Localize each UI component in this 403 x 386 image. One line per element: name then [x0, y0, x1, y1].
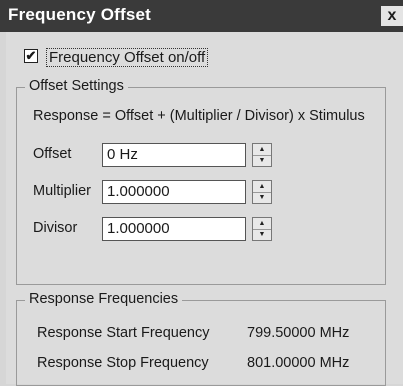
frequency-offset-checkbox-label[interactable]: Frequency Offset on/off [46, 48, 209, 67]
offset-spinner[interactable]: ▲ ▼ [252, 143, 272, 167]
spin-down-icon[interactable]: ▼ [253, 192, 271, 203]
multiplier-input[interactable]: 1.000000 [102, 180, 246, 204]
spin-down-icon[interactable]: ▼ [253, 155, 271, 166]
window-title: Frequency Offset [8, 5, 152, 24]
response-frequencies-title: Response Frequencies [25, 291, 183, 307]
response-frequencies-group: Response Frequencies Response Start Freq… [16, 291, 386, 386]
response-start-label: Response Start Frequency [37, 325, 210, 341]
response-formula: Response = Offset + (Multiplier / Diviso… [33, 108, 365, 124]
offset-settings-title: Offset Settings [25, 78, 128, 94]
multiplier-label: Multiplier [33, 183, 92, 199]
response-stop-value: 801.00000 MHz [247, 355, 350, 371]
offset-settings-group: Offset Settings Response = Offset + (Mul… [16, 78, 386, 285]
multiplier-spinner[interactable]: ▲ ▼ [252, 180, 272, 204]
divisor-spinner[interactable]: ▲ ▼ [252, 217, 272, 241]
spin-down-icon[interactable]: ▼ [253, 229, 271, 240]
offset-label: Offset [33, 146, 72, 162]
title-bar: Frequency Offset x [0, 0, 403, 32]
close-icon[interactable]: x [381, 6, 403, 26]
response-start-value: 799.50000 MHz [247, 325, 350, 341]
divisor-input[interactable]: 1.000000 [102, 217, 246, 241]
dialog-body: ✔ Frequency Offset on/off Offset Setting… [6, 32, 403, 386]
divisor-label: Divisor [33, 220, 78, 236]
frequency-offset-checkbox[interactable]: ✔ [24, 49, 38, 63]
response-stop-label: Response Stop Frequency [37, 355, 209, 371]
offset-input[interactable]: 0 Hz [102, 143, 246, 167]
